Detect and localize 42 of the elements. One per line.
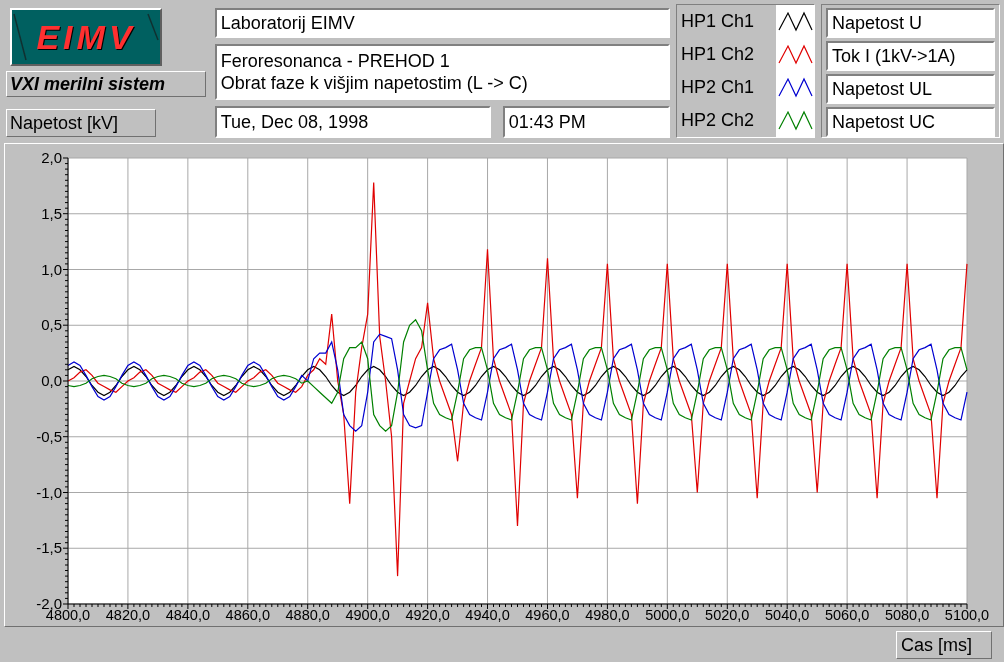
tick-label: 4940,0	[465, 607, 510, 623]
lab-name-field: Laboratorij EIMV	[214, 8, 670, 38]
logo-line-drawing	[13, 13, 27, 61]
description-line: Feroresonanca - PREHOD 1	[220, 50, 451, 72]
signal-name-field: Napetost U	[826, 8, 995, 38]
tick-label: 4920,0	[405, 607, 450, 623]
tick-label: 4980,0	[585, 607, 630, 623]
tick-label: 2,0	[41, 149, 62, 166]
tick-label: 5080,0	[884, 607, 930, 623]
channel-label: HP2 Ch2	[679, 110, 755, 131]
signal-name-field: Tok I (1kV->1A)	[826, 41, 995, 71]
tick-label: 4880,0	[285, 607, 330, 623]
tick-label: 5020,0	[705, 607, 750, 623]
y-axis-label: Napetost [kV]	[6, 109, 156, 137]
description-line: Obrat faze k višjim napetostim (L -> C)	[220, 72, 529, 94]
tick-label: 1,5	[41, 204, 62, 222]
tick-label: 4900,0	[345, 607, 390, 623]
tick-label: -1,5	[36, 539, 62, 557]
channel-label: HP2 Ch1	[679, 77, 755, 98]
channel-label: HP1 Ch1	[679, 11, 755, 32]
tick-label: 4860,0	[225, 607, 270, 623]
tick-label: 5040,0	[765, 607, 810, 623]
tick-label: 5000,0	[645, 607, 690, 623]
x-axis-label: Cas [ms]	[896, 631, 992, 659]
tick-label: 0,5	[41, 316, 62, 334]
tick-label: 4840,0	[165, 607, 211, 623]
system-label: VXI merilni sistem	[6, 71, 206, 97]
tick-label: 4820,0	[105, 607, 151, 623]
time-field: 01:43 PM	[502, 106, 670, 138]
logo-text: EIMV	[36, 17, 136, 57]
date-field: Tue, Dec 08, 1998	[214, 106, 491, 138]
tick-label: 4960,0	[525, 607, 570, 623]
signal-name-field: Napetost UC	[826, 107, 995, 137]
signal-name-field: Napetost UL	[826, 74, 995, 104]
tick-label: 5060,0	[824, 607, 870, 623]
tick-label: 0,0	[41, 372, 62, 389]
tick-label: 1,0	[41, 260, 62, 278]
tick-label: 5100,0	[944, 607, 990, 623]
logo-line-drawing	[147, 13, 159, 41]
tick-label: -0,5	[36, 427, 62, 445]
tick-label: -1,0	[36, 483, 62, 501]
channel-label: HP1 Ch2	[679, 44, 755, 65]
